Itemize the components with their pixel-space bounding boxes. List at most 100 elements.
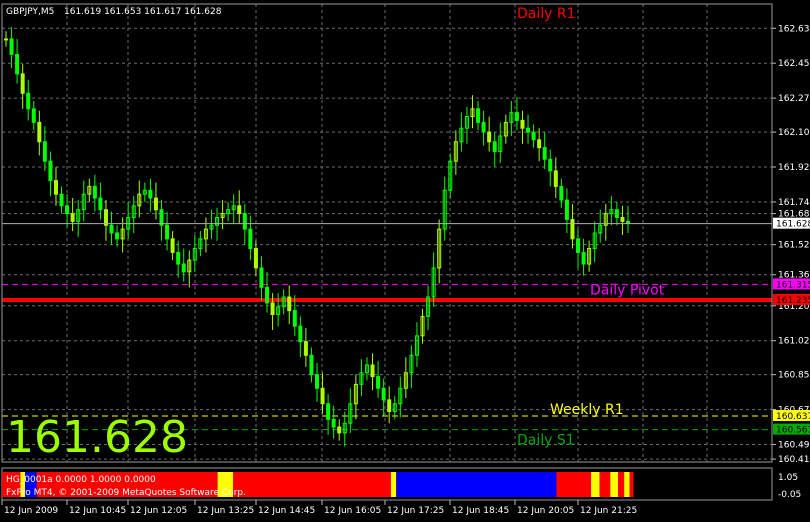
candle-body bbox=[248, 228, 253, 250]
candle-body bbox=[626, 220, 630, 224]
chart-symbol: GBPJPY,M5 bbox=[6, 7, 54, 17]
level-label: Daily S1 bbox=[517, 433, 575, 449]
indicator-segment bbox=[591, 472, 600, 497]
axis-tick-label: 161.920 bbox=[778, 163, 810, 173]
candle-body bbox=[59, 193, 64, 207]
candle-body bbox=[337, 426, 342, 434]
candle-body bbox=[548, 158, 553, 172]
candle-body bbox=[115, 232, 120, 240]
axis-tick-label: 160.490 bbox=[778, 441, 810, 451]
time-tick-label: 12 Jun 10:45 bbox=[69, 506, 126, 516]
price-marker-label: 161.628 bbox=[776, 220, 810, 230]
candle-body bbox=[15, 53, 20, 75]
indicator-segment bbox=[390, 472, 397, 497]
candle-body bbox=[148, 189, 153, 199]
price-chart[interactable]: HG_0001a 0.0000 1.0000 0.0000 FxPro MT4, … bbox=[0, 0, 810, 518]
candle-body bbox=[259, 267, 264, 288]
time-tick-label: 12 Jun 20:05 bbox=[517, 506, 574, 516]
indicator-axis-bottom: -0.05 bbox=[778, 490, 801, 500]
indicator-axis-top: 1.05 bbox=[778, 473, 798, 483]
candle-body bbox=[153, 197, 158, 211]
price-marker-label: 161.315 bbox=[776, 280, 810, 290]
price-marker-label: 160.637 bbox=[776, 412, 810, 422]
price-marker-label: 161.235 bbox=[776, 296, 810, 306]
candle-body bbox=[237, 205, 242, 215]
candle-body bbox=[31, 108, 36, 123]
indicator-segment bbox=[556, 472, 592, 497]
candle-body bbox=[48, 160, 53, 182]
indicator-copyright: FxPro MT4, © 2001-2009 MetaQuotes Softwa… bbox=[6, 488, 246, 498]
candle-body bbox=[26, 92, 31, 110]
candle-body bbox=[303, 341, 308, 356]
candle-body bbox=[537, 139, 542, 149]
candle-body bbox=[4, 38, 8, 41]
time-tick-label: 12 Jun 2009 bbox=[4, 506, 58, 516]
candle-body bbox=[270, 302, 275, 316]
axis-tick-label: 160.850 bbox=[778, 371, 810, 381]
axis-tick-label: 162.635 bbox=[778, 24, 810, 34]
candle-body bbox=[287, 296, 292, 312]
time-tick-label: 12 Jun 16:05 bbox=[324, 506, 381, 516]
candle-body bbox=[298, 325, 303, 343]
candle-body bbox=[564, 199, 569, 220]
candle-body bbox=[531, 131, 536, 141]
candle-body bbox=[387, 399, 392, 413]
indicator-segment bbox=[618, 472, 625, 497]
candle-body bbox=[331, 418, 336, 428]
indicator-segment bbox=[233, 472, 391, 497]
candle-body bbox=[109, 224, 114, 234]
candle-body bbox=[20, 73, 25, 94]
candle-body bbox=[42, 141, 47, 162]
indicator-segment bbox=[599, 472, 611, 497]
time-tick-label: 12 Jun 13:25 bbox=[197, 506, 254, 516]
candle-body bbox=[476, 108, 481, 123]
level-label: Weekly R1 bbox=[550, 402, 624, 418]
axis-tick-label: 161.025 bbox=[778, 337, 810, 347]
candle-body bbox=[103, 209, 108, 226]
candle-body bbox=[520, 119, 525, 129]
candle-body bbox=[53, 180, 58, 195]
candle-body bbox=[614, 209, 619, 218]
candle-body bbox=[514, 112, 519, 121]
candle-body bbox=[526, 127, 531, 133]
big-price-display: 161.628 bbox=[6, 412, 188, 463]
candle-body bbox=[381, 387, 386, 401]
candle-body bbox=[553, 170, 558, 187]
time-tick-label: 12 Jun 17:25 bbox=[387, 506, 444, 516]
candle-body bbox=[98, 197, 103, 211]
price-axis: 162.635 162.455 162.275 162.100 161.920 161.7… bbox=[772, 24, 810, 465]
candle-body bbox=[315, 374, 319, 389]
candle-body bbox=[170, 238, 175, 253]
axis-tick-label: 162.100 bbox=[778, 128, 810, 138]
indicator-label: HG_0001a 0.0000 1.0000 0.0000 bbox=[6, 475, 156, 485]
candle-body bbox=[320, 387, 325, 405]
candle-body bbox=[253, 248, 258, 269]
candle-body bbox=[242, 213, 247, 230]
indicator-segment bbox=[629, 472, 634, 497]
candle-body bbox=[559, 185, 564, 201]
candle-body bbox=[37, 121, 42, 143]
axis-tick-label: 162.455 bbox=[778, 59, 810, 69]
candle-body bbox=[576, 238, 581, 253]
candles bbox=[2, 27, 772, 447]
candle-body bbox=[70, 213, 75, 222]
indicator-segment bbox=[624, 472, 630, 497]
price-marker-label: 160.567 bbox=[776, 426, 810, 436]
candle-body bbox=[9, 38, 14, 55]
time-tick-label: 12 Jun 18:45 bbox=[452, 506, 509, 516]
candle-body bbox=[181, 263, 186, 273]
level-label: Daily R1 bbox=[517, 6, 576, 22]
candle-body bbox=[65, 205, 70, 215]
level-label: Daily Pivot bbox=[590, 282, 665, 298]
candle-body bbox=[487, 131, 492, 143]
time-tick-label: 12 Jun 21:25 bbox=[580, 506, 637, 516]
candle-body bbox=[92, 185, 97, 199]
candle-body bbox=[165, 224, 170, 240]
indicator-panel: HG_0001a 0.0000 1.0000 0.0000 FxPro MT4, … bbox=[1, 467, 801, 501]
indicator-segment bbox=[610, 472, 618, 497]
indicator-segment bbox=[396, 472, 557, 497]
time-tick-label: 12 Jun 14:45 bbox=[258, 506, 315, 516]
axis-tick-label: 160.415 bbox=[778, 455, 810, 465]
chart-ohlc: 161.619 161.653 161.617 161.628 bbox=[64, 7, 222, 17]
axis-tick-label: 162.275 bbox=[778, 94, 810, 104]
